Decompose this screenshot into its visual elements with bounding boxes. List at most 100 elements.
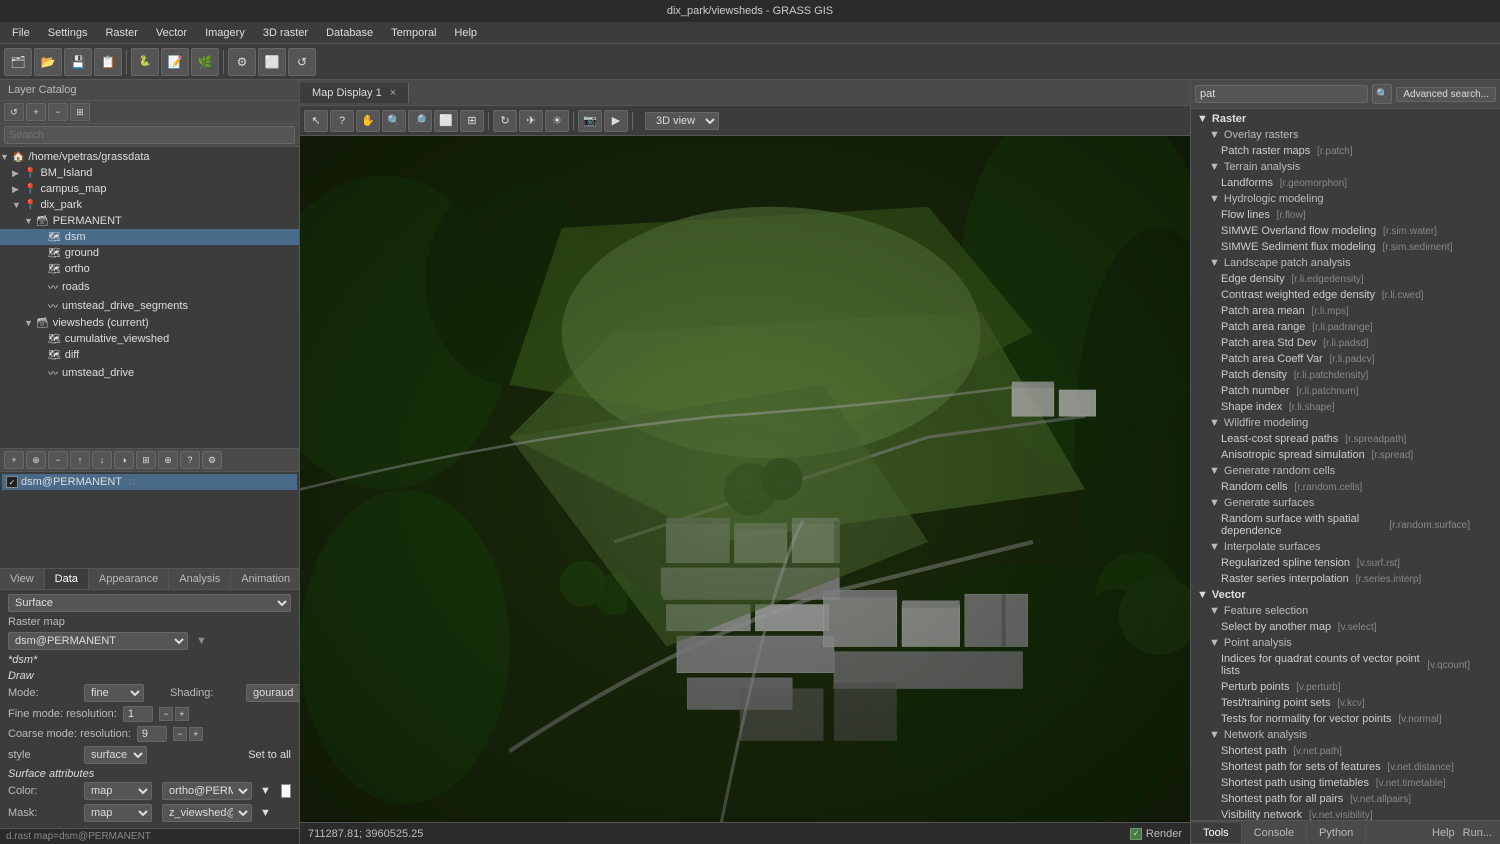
workspace-btn[interactable]: 📋 [94,48,122,76]
map-pan-btn[interactable]: ✋ [356,110,380,132]
tree-dix-park[interactable]: ▼ 📍 dix_park [0,197,299,213]
color-expand[interactable]: ▼ [260,785,271,797]
module-randomsurface[interactable]: Random surface with spatial dependence [… [1191,511,1500,539]
layer-add-raster-btn[interactable]: + [4,451,24,469]
module-mps[interactable]: Patch area mean [r.li.mps] [1191,303,1500,319]
map-light-btn[interactable]: ☀ [545,110,569,132]
menu-raster[interactable]: Raster [97,25,145,41]
map-view-select[interactable]: 3D view 2D view [645,112,719,130]
menu-temporal[interactable]: Temporal [383,25,444,41]
hydrologic-sub[interactable]: ▼ Hydrologic modeling [1191,191,1500,207]
tree-campus[interactable]: ▶ 📍 campus_map [0,181,299,197]
tab-analysis[interactable]: Analysis [169,569,231,589]
settings-btn[interactable]: ⚙ [228,48,256,76]
tree-roads[interactable]: 〰 roads [0,277,299,296]
region-btn[interactable]: ⬜ [258,48,286,76]
module-vqcount[interactable]: Indices for quadrat counts of vector poi… [1191,651,1500,679]
map-anim-btn[interactable]: ▶ [604,110,628,132]
module-vnetpath[interactable]: Shortest path [v.net.path] [1191,743,1500,759]
module-rseriesinterp[interactable]: Raster series interpolation [r.series.in… [1191,571,1500,587]
tab-animation[interactable]: Animation [231,569,301,589]
module-vnettimetable[interactable]: Shortest path using timetables [v.net.ti… [1191,775,1500,791]
advanced-search-btn[interactable]: Advanced search... [1396,87,1496,102]
tab-console[interactable]: Console [1242,823,1307,843]
landscape-patch-sub[interactable]: ▼ Landscape patch analysis [1191,255,1500,271]
module-vselect[interactable]: Select by another map [v.select] [1191,619,1500,635]
menu-file[interactable]: File [4,25,38,41]
tree-bm-island[interactable]: ▶ 📍 BM_Island [0,165,299,181]
network-analysis-sub[interactable]: ▼ Network analysis [1191,727,1500,743]
mode-select[interactable]: fine coarse [84,684,144,702]
module-vnetvisibility[interactable]: Visibility network [v.net.visibility] [1191,807,1500,820]
map-pointer-btn[interactable]: ↖ [304,110,328,132]
module-rsimwater[interactable]: SIMWE Overland flow modeling [r.sim.wate… [1191,223,1500,239]
cat-add-btn[interactable]: + [26,103,46,121]
map-fly-btn[interactable]: ✈ [519,110,543,132]
layer-remove-btn[interactable]: − [48,451,68,469]
menu-help[interactable]: Help [446,25,485,41]
menu-database[interactable]: Database [318,25,381,41]
module-search-btn[interactable]: 🔍 [1372,84,1392,104]
open-btn[interactable]: 📂 [34,48,62,76]
fine-plus-btn[interactable]: + [175,707,189,721]
map-tab-close[interactable]: × [390,87,396,99]
coarse-res-input[interactable] [137,726,167,742]
overlay-rasters-sub[interactable]: ▼ Overlay rasters [1191,127,1500,143]
module-padcv[interactable]: Patch area Coeff Var [r.li.padcv] [1191,351,1500,367]
gen-surfaces-sub[interactable]: ▼ Generate surfaces [1191,495,1500,511]
interp-surfaces-sub[interactable]: ▼ Interpolate surfaces [1191,539,1500,555]
map-tab-1[interactable]: Map Display 1 × [300,83,409,103]
raster-map-select[interactable]: dsm@PERMANENT [8,632,188,650]
module-padrange[interactable]: Patch area range [r.li.padrange] [1191,319,1500,335]
wildfire-sub[interactable]: ▼ Wildfire modeling [1191,415,1500,431]
help-link[interactable]: Help [1432,827,1455,839]
module-spreadpath[interactable]: Least-cost spread paths [r.spreadpath] [1191,431,1500,447]
vector-category[interactable]: ▼ Vector [1191,587,1500,603]
map-save-img-btn[interactable]: 📷 [578,110,602,132]
raster-category[interactable]: ▼ Raster [1191,111,1500,127]
map-query-btn[interactable]: ? [330,110,354,132]
layer-item-dsm[interactable]: ✓ dsm@PERMANENT □ [2,474,297,490]
module-vnormal[interactable]: Tests for normality for vector points [v… [1191,711,1500,727]
layer-props-btn[interactable]: ⚙ [202,451,222,469]
set-to-all-btn[interactable]: Set to all [248,749,291,761]
module-cwed[interactable]: Contrast weighted edge density [r.li.cwe… [1191,287,1500,303]
fine-res-input[interactable] [123,706,153,722]
module-patchdensity[interactable]: Patch density [r.li.patchdensity] [1191,367,1500,383]
coarse-minus-btn[interactable]: − [173,727,187,741]
module-spread[interactable]: Anisotropic spread simulation [r.spread] [1191,447,1500,463]
run-link[interactable]: Run... [1463,827,1492,839]
mask-mode-select[interactable]: map constant [84,804,152,822]
module-edgedensity[interactable]: Edge density [r.li.edgedensity] [1191,271,1500,287]
menu-vector[interactable]: Vector [148,25,195,41]
style-select[interactable]: surface wire [84,746,147,764]
module-vperturb[interactable]: Perturb points [v.perturb] [1191,679,1500,695]
cat-search-btn[interactable]: ⊞ [70,103,90,121]
tree-ground[interactable]: 🗺 ground [0,245,299,261]
cat-remove-btn[interactable]: − [48,103,68,121]
color-mode-select[interactable]: map constant [84,782,152,800]
save-btn[interactable]: 💾 [64,48,92,76]
map-zoom-region-btn[interactable]: ⬜ [434,110,458,132]
tab-view[interactable]: View [0,569,45,589]
tab-tools[interactable]: Tools [1191,823,1242,843]
tree-umstead-seg[interactable]: 〰 umstead_drive_segments [0,296,299,315]
layer-opacity-btn[interactable]: ◑ [114,451,134,469]
module-vnetdistance[interactable]: Shortest path for sets of features [v.ne… [1191,759,1500,775]
tab-data[interactable]: Data [45,569,89,589]
tree-root[interactable]: ▼ 🏠 /home/vpetras/grassdata [0,149,299,165]
fine-minus-btn[interactable]: − [159,707,173,721]
tree-viewsheds[interactable]: ▼ 🗃 viewsheds (current) [0,315,299,331]
tree-cumulative[interactable]: 🗺 cumulative_viewshed [0,331,299,347]
module-rflow[interactable]: Flow lines [r.flow] [1191,207,1500,223]
point-analysis-sub[interactable]: ▼ Point analysis [1191,635,1500,651]
python-btn[interactable]: 🐍 [131,48,159,76]
module-vnetallpairs[interactable]: Shortest path for all pairs [v.net.allpa… [1191,791,1500,807]
layer-down-btn[interactable]: ↓ [92,451,112,469]
color-map-select[interactable]: ortho@PERMANENT [162,782,252,800]
tab-appearance[interactable]: Appearance [89,569,169,589]
terrain-analysis-sub[interactable]: ▼ Terrain analysis [1191,159,1500,175]
module-patchnum[interactable]: Patch number [r.li.patchnum] [1191,383,1500,399]
module-geomorphon[interactable]: Landforms [r.geomorphon] [1191,175,1500,191]
tree-umstead-drive[interactable]: 〰 umstead_drive [0,363,299,382]
